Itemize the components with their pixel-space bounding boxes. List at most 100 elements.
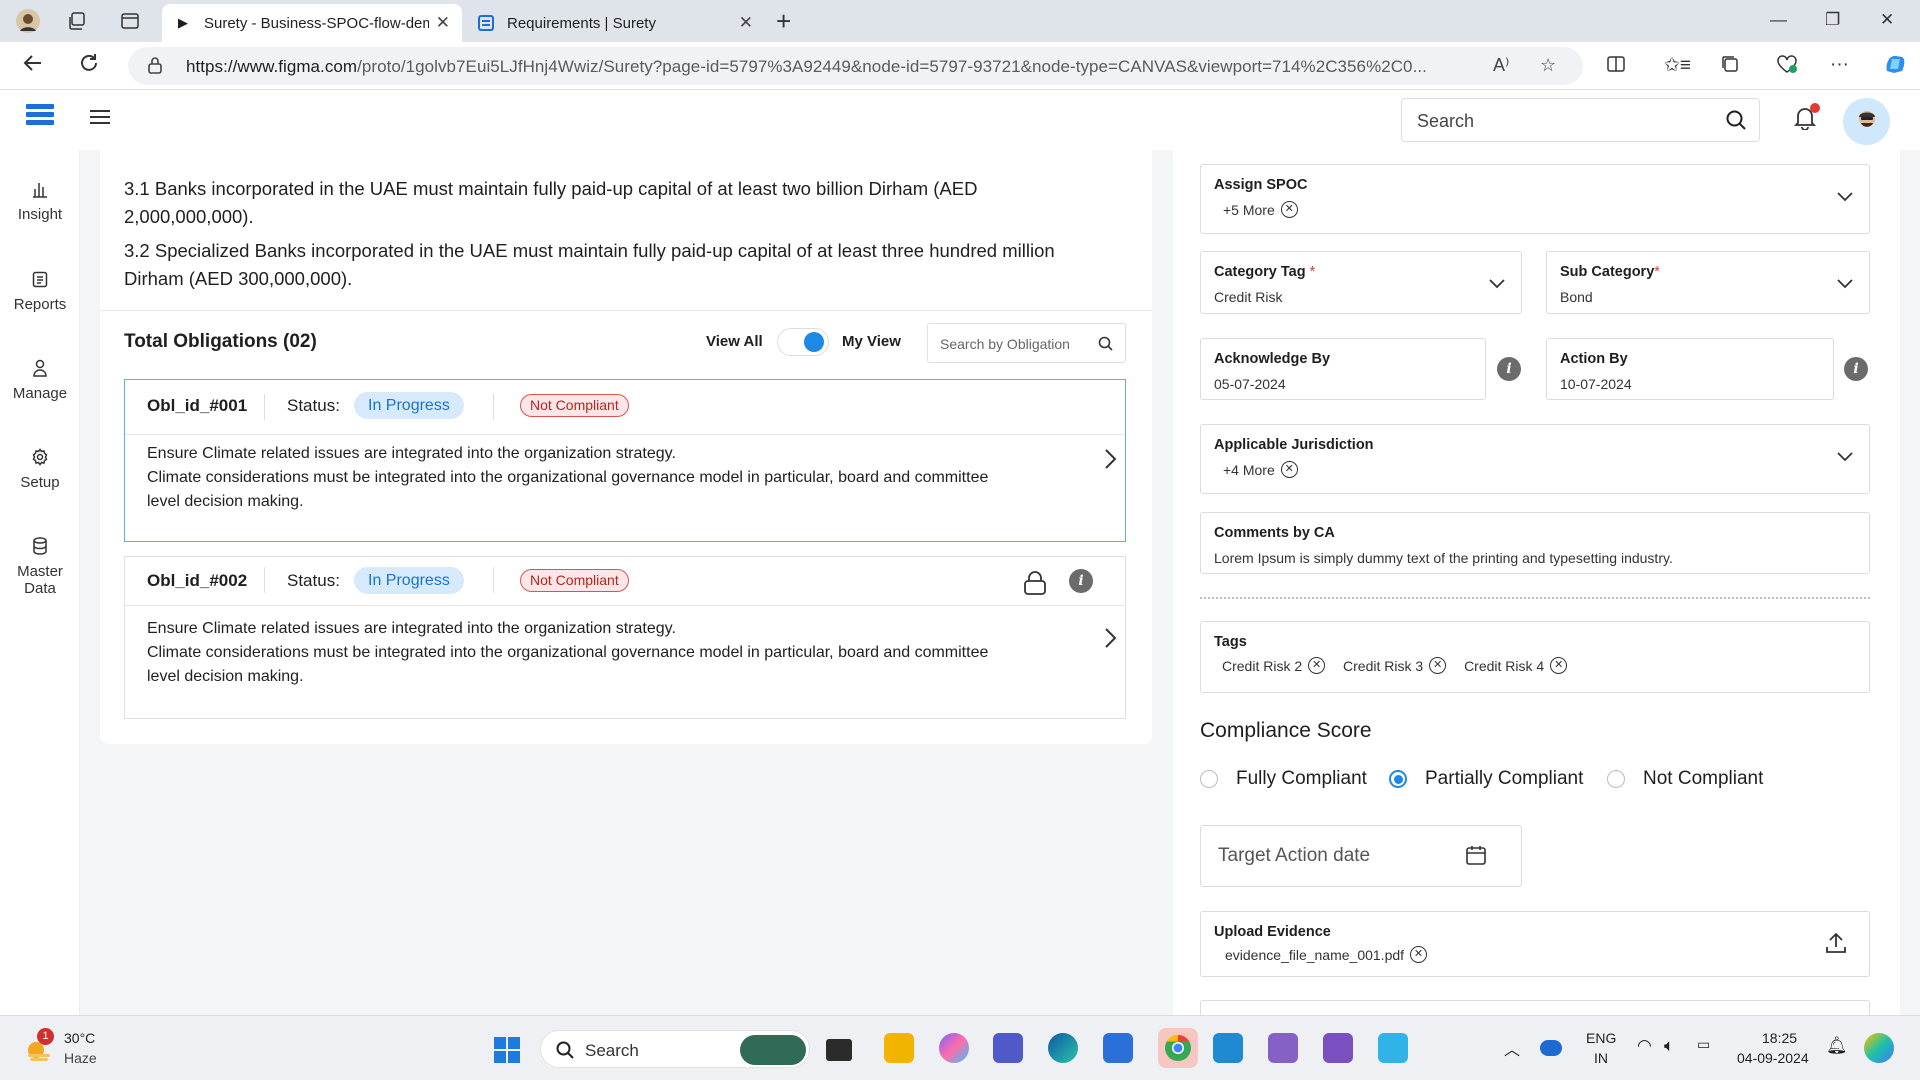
notepad-icon[interactable] (1378, 1033, 1408, 1063)
assign-spoc-field[interactable]: Assign SPOC +5 More✕ (1200, 164, 1870, 234)
sidebar-item-insight[interactable]: Insight (0, 180, 80, 223)
edge-icon[interactable] (1048, 1033, 1078, 1063)
battery-icon[interactable]: ▭ (1697, 1036, 1710, 1053)
minimize-icon[interactable]: — (1770, 10, 1787, 30)
surety-logo-icon[interactable] (26, 104, 54, 132)
calendar-icon[interactable] (1465, 844, 1487, 871)
global-search-input[interactable]: Search (1401, 98, 1760, 142)
remove-chip-icon[interactable]: ✕ (1281, 461, 1298, 478)
wifi-icon[interactable]: ◠ (1637, 1036, 1652, 1056)
upload-evidence-field[interactable]: Upload Evidence evidence_file_name_001.p… (1200, 911, 1870, 977)
workspaces-icon[interactable] (63, 8, 91, 34)
search-icon[interactable] (1725, 109, 1747, 136)
windows-start-icon[interactable] (493, 1036, 521, 1069)
remove-chip-icon[interactable]: ✕ (1281, 201, 1298, 218)
teams-icon[interactable] (993, 1033, 1023, 1063)
browser-essentials-icon[interactable] (1776, 54, 1798, 80)
weather-badge: 1 (37, 1028, 54, 1045)
search-icon[interactable] (1098, 336, 1113, 356)
jurisdiction-field[interactable]: Applicable Jurisdiction +4 More✕ (1200, 424, 1870, 494)
chevron-up-icon[interactable]: ︿ (1504, 1036, 1520, 1060)
obligation-card[interactable]: Obl_id_#002 Status: In Progress Not Comp… (124, 556, 1126, 719)
chevron-right-icon[interactable] (1103, 627, 1117, 654)
requirement-paragraph: 3.1 Banks incorporated in the UAE must m… (124, 175, 1084, 231)
clock-time[interactable]: 18:25 (1762, 1030, 1797, 1046)
read-aloud-icon[interactable]: A⁾ (1493, 55, 1509, 76)
view-all-label: View All (706, 333, 763, 350)
target-action-date-input[interactable]: Target Action date (1200, 825, 1522, 887)
restore-icon[interactable]: ❐ (1825, 10, 1840, 30)
chevron-down-icon[interactable] (1837, 276, 1853, 294)
vscode-icon[interactable] (1213, 1033, 1243, 1063)
acknowledge-by-field[interactable]: Acknowledge By 05-07-2024 (1200, 338, 1486, 400)
remove-chip-icon[interactable]: ✕ (1550, 657, 1567, 674)
tab-requirements[interactable]: Requirements | Surety ✕ (465, 4, 765, 42)
chevron-down-icon[interactable] (1837, 449, 1853, 467)
weather-icon[interactable]: 1 (22, 1032, 54, 1064)
search-highlight-icon (740, 1035, 806, 1065)
view-toggle[interactable] (777, 328, 829, 356)
avatar[interactable] (1843, 98, 1890, 145)
obligation-search-input[interactable]: Search by Obligation (927, 323, 1126, 363)
favorite-star-icon[interactable]: ☆ (1540, 55, 1556, 76)
profile-avatar-icon[interactable] (14, 8, 42, 34)
back-arrow-icon[interactable] (22, 52, 44, 80)
more-menu-icon[interactable]: ··· (1830, 54, 1849, 76)
window-close-icon[interactable]: ✕ (1880, 10, 1894, 30)
store-icon[interactable] (1103, 1033, 1133, 1063)
chevron-down-icon[interactable] (1837, 189, 1853, 207)
info-icon[interactable]: i (1497, 357, 1521, 381)
sub-category-field[interactable]: Sub Category* Bond (1546, 251, 1870, 314)
close-tab-icon[interactable]: ✕ (436, 13, 450, 33)
volume-icon[interactable]: 🔈︎ (1664, 1036, 1674, 1056)
tab-surety-flow[interactable]: ▶ Surety - Business-SPOC-flow-dem ✕ (162, 4, 462, 42)
info-icon[interactable]: i (1069, 569, 1093, 593)
copilot-app-icon[interactable] (939, 1033, 969, 1063)
remove-chip-icon[interactable]: ✕ (1308, 657, 1325, 674)
url-field[interactable]: https://www.figma.com/proto/1golvb7Eui5L… (128, 47, 1583, 85)
remove-file-icon[interactable]: ✕ (1410, 946, 1427, 963)
collections-icon[interactable] (1720, 54, 1740, 80)
search-placeholder: Search (1417, 111, 1474, 132)
onedrive-icon[interactable] (1540, 1040, 1562, 1056)
close-tab-icon[interactable]: ✕ (739, 13, 753, 33)
refresh-icon[interactable] (78, 52, 100, 80)
task-view-icon[interactable] (826, 1039, 852, 1061)
chevron-down-icon[interactable] (1489, 276, 1505, 294)
remove-chip-icon[interactable]: ✕ (1429, 657, 1446, 674)
comments-field[interactable]: Comments by CA Lorem Ipsum is simply dum… (1200, 512, 1870, 574)
copilot-icon[interactable] (1882, 51, 1908, 83)
hamburger-menu-icon[interactable] (90, 110, 110, 128)
sidebar-item-master-data[interactable]: Master Data (0, 537, 80, 597)
lock-icon[interactable] (1022, 570, 1048, 601)
visual-studio-alt-icon[interactable] (1323, 1033, 1353, 1063)
upload-icon[interactable] (1824, 931, 1848, 960)
tags-field[interactable]: Tags Credit Risk 2✕ Credit Risk 3✕ Credi… (1200, 621, 1870, 693)
obligation-card[interactable]: Obl_id_#001 Status: In Progress Not Comp… (124, 379, 1126, 542)
info-icon[interactable]: i (1844, 357, 1868, 381)
language-label[interactable]: ENG (1586, 1030, 1616, 1046)
vertical-tabs-icon[interactable] (116, 8, 144, 34)
favorites-icon[interactable]: ✩≡ (1664, 54, 1691, 77)
taskbar-search[interactable]: Search (540, 1030, 810, 1068)
sidebar-item-reports[interactable]: Reports (0, 270, 80, 313)
sidebar-item-setup[interactable]: Setup (0, 448, 80, 491)
chrome-icon[interactable] (1158, 1028, 1198, 1068)
split-screen-icon[interactable] (1606, 54, 1626, 80)
clock-date[interactable]: 04-09-2024 (1737, 1050, 1809, 1066)
visual-studio-icon[interactable] (1268, 1033, 1298, 1063)
new-tab-icon[interactable]: + (776, 6, 791, 37)
field-label: Upload Evidence (1214, 924, 1331, 940)
lock-icon[interactable] (148, 56, 162, 79)
action-by-field[interactable]: Action By 10-07-2024 (1546, 338, 1834, 400)
radio-not-compliant[interactable]: Not Compliant (1607, 768, 1763, 790)
notification-bell-icon[interactable]: 🔔︎ (1826, 1036, 1848, 1056)
radio-fully-compliant[interactable]: Fully Compliant (1200, 768, 1367, 790)
notification-bell-icon[interactable] (1794, 106, 1816, 135)
copilot-preview-icon[interactable] (1864, 1033, 1894, 1063)
chevron-right-icon[interactable] (1103, 448, 1117, 475)
radio-partially-compliant[interactable]: Partially Compliant (1389, 768, 1583, 790)
category-tag-field[interactable]: Category Tag * Credit Risk (1200, 251, 1522, 314)
sidebar-item-manage[interactable]: Manage (0, 359, 80, 402)
file-explorer-icon[interactable] (884, 1033, 914, 1063)
